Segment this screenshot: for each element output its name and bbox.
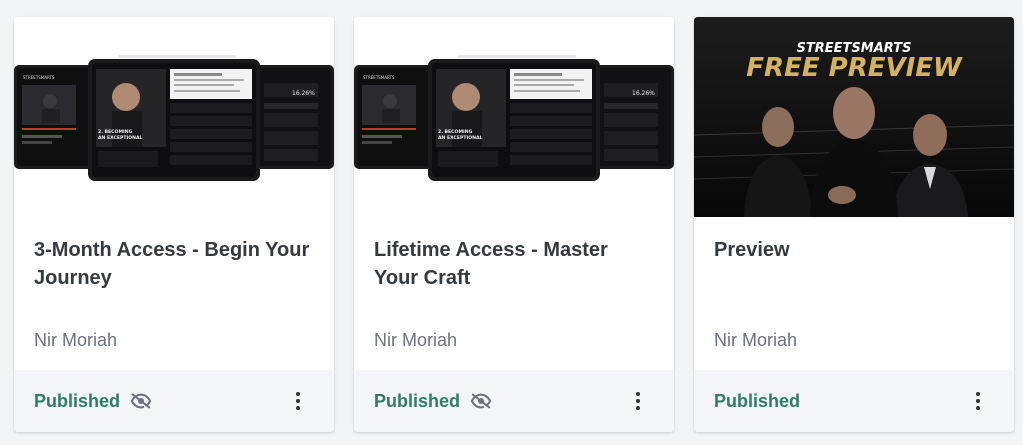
card-footer: Published: [14, 370, 334, 432]
progress-percent: 16.26%: [632, 90, 655, 97]
device-mockup-image: STREETSMARTS 16.26% 2. BECOMING AN EXCEP…: [14, 55, 334, 181]
product-author: Nir Moriah: [714, 330, 798, 350]
svg-text:2. BECOMING: 2. BECOMING: [98, 129, 133, 135]
thumbnail-brand: STREETSMARTS: [23, 75, 55, 80]
status-published: Published: [34, 391, 121, 411]
card-footer: Published: [694, 370, 1014, 432]
product-grid: STREETSMARTS 16.26% 2. BECOMING AN EXCEP…: [0, 0, 1023, 445]
product-title[interactable]: 3-Month Access - Begin Your Journey: [34, 236, 314, 292]
svg-text:AN EXCEPTIONAL: AN EXCEPTIONAL: [438, 135, 483, 141]
status-published: Published: [374, 391, 461, 411]
more-vert-icon[interactable]: [966, 389, 990, 413]
product-thumbnail[interactable]: STREETSMARTS 16.26% 2. BECOMING AN EXCEP…: [354, 17, 674, 217]
product-thumbnail[interactable]: STREETSMARTS 16.26% 2. BECOMING AN EXCEP…: [14, 17, 334, 217]
product-card[interactable]: STREETSMARTS 16.26% 2. BECOMING AN EXCEP…: [14, 17, 334, 432]
svg-text:2. BECOMING: 2. BECOMING: [438, 129, 473, 135]
product-title[interactable]: Preview: [714, 236, 994, 264]
more-vert-icon[interactable]: [286, 389, 310, 413]
eye-off-icon: [130, 393, 152, 409]
thumbnail-brand: STREETSMARTS: [363, 75, 395, 80]
product-title[interactable]: Lifetime Access - Master Your Craft: [374, 236, 654, 292]
svg-text:AN EXCEPTIONAL: AN EXCEPTIONAL: [98, 135, 143, 141]
eye-off-icon: [470, 393, 492, 409]
more-vert-icon[interactable]: [626, 389, 650, 413]
progress-percent: 16.26%: [292, 90, 315, 97]
product-card[interactable]: STREETSMARTS 16.26% 2. BECOMING AN EXCEP…: [354, 17, 674, 432]
device-mockup-image: STREETSMARTS 16.26% 2. BECOMING AN EXCEP…: [354, 55, 674, 181]
status-published: Published: [714, 391, 801, 411]
card-footer: Published: [354, 370, 674, 432]
product-author: Nir Moriah: [374, 330, 458, 350]
preview-banner-image: STREETSMARTS FREE PREVIEW: [694, 17, 1014, 217]
product-thumbnail[interactable]: STREETSMARTS FREE PREVIEW: [694, 17, 1014, 217]
product-author: Nir Moriah: [34, 330, 118, 350]
product-card[interactable]: STREETSMARTS FREE PREVIEW Preview Nir Mo…: [694, 17, 1014, 432]
banner-headline: FREE PREVIEW: [746, 53, 963, 83]
